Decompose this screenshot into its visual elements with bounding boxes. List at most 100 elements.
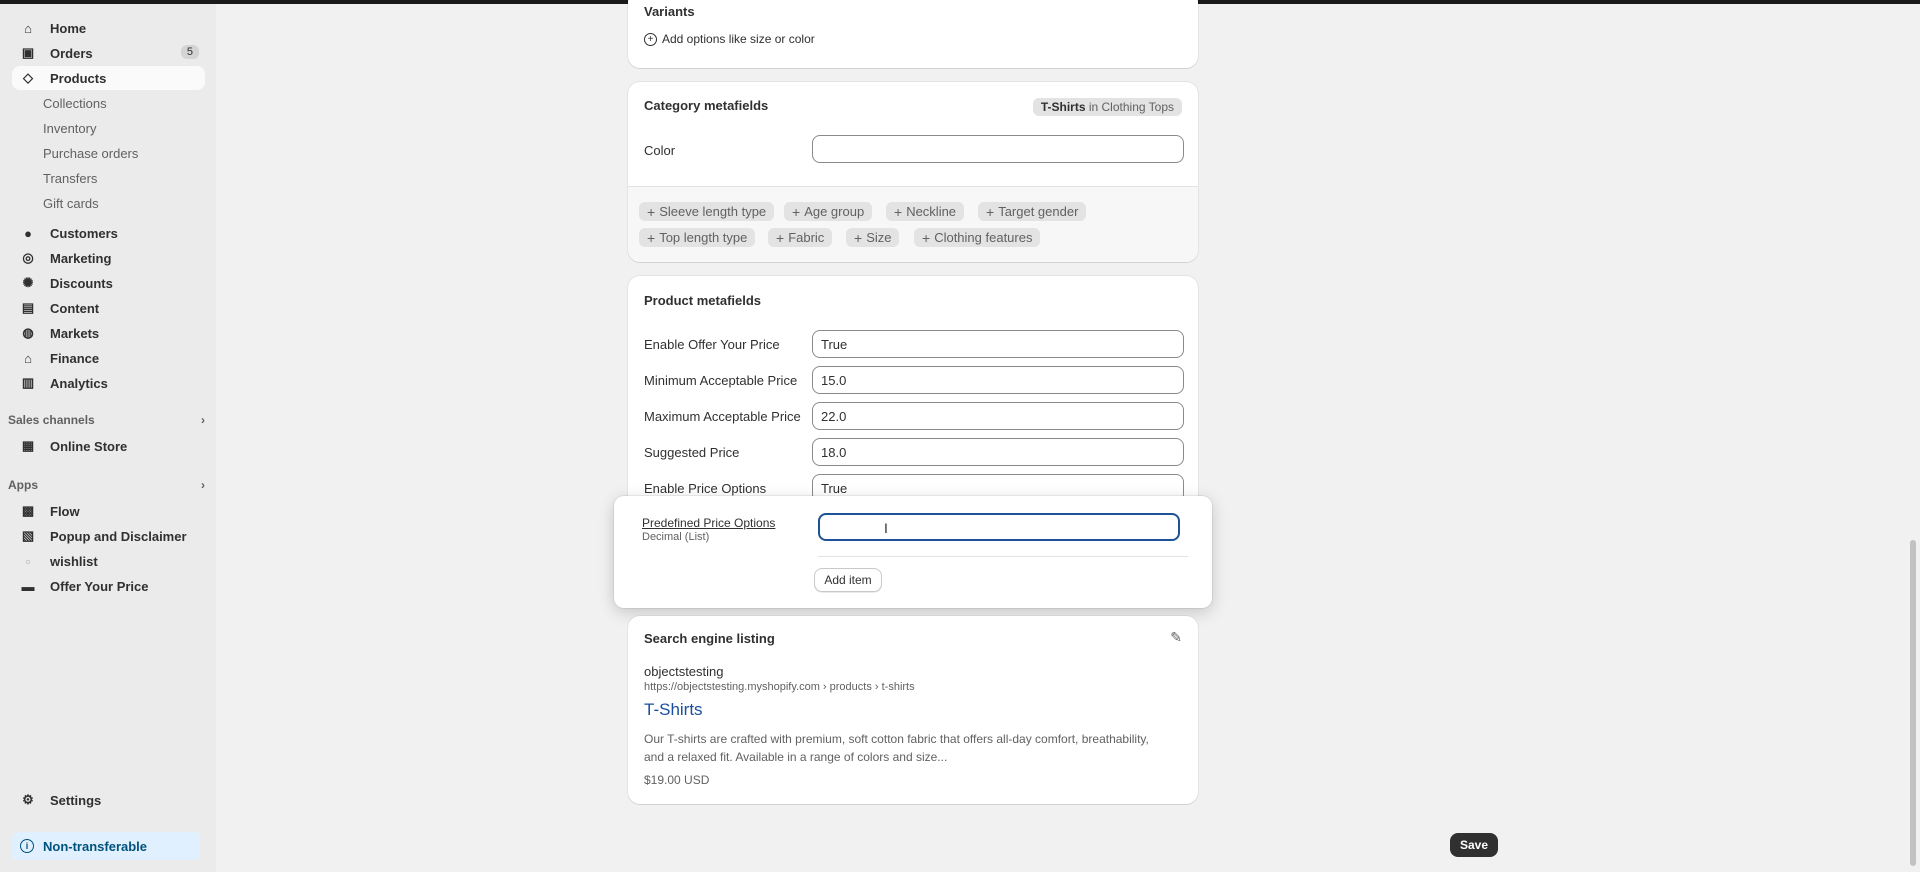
sidebar-item-label: Products [50, 70, 107, 86]
sidebar-item-wishlist[interactable]: ▫ wishlist [12, 549, 205, 573]
sidebar-item-online-store[interactable]: ▦ Online Store [12, 434, 205, 458]
enable-offer-your-price-field[interactable]: True [812, 330, 1184, 358]
sidebar-item-label: Orders [50, 45, 93, 61]
predefined-price-options-popover: Predefined Price Options Decimal (List) … [614, 496, 1212, 608]
minimum-acceptable-price-label: Minimum Acceptable Price [644, 373, 798, 388]
popup-app-icon: ▧ [21, 528, 35, 543]
wishlist-app-icon: ▫ [25, 553, 31, 569]
plus-icon: + [986, 203, 995, 220]
seo-store-name: objectstesting [644, 664, 724, 679]
scrollbar[interactable] [1910, 540, 1916, 866]
add-fabric[interactable]: + Fabric [768, 228, 833, 247]
add-neckline[interactable]: + Neckline [886, 202, 965, 221]
sidebar-item-finance[interactable]: ⌂ Finance [12, 346, 205, 370]
sidebar-item-analytics[interactable]: ▥ Analytics [12, 371, 205, 395]
home-icon: ⌂ [24, 20, 32, 36]
product-metafields-title: Product metafields [644, 293, 762, 308]
add-target-gender[interactable]: + Target gender [978, 202, 1087, 221]
minimum-acceptable-price-field[interactable]: 15.0 [812, 366, 1184, 394]
sidebar-item-discounts[interactable]: ✺ Discounts [12, 271, 205, 295]
enable-offer-your-price-label: Enable Offer Your Price [644, 337, 780, 352]
sidebar-item-customers[interactable]: ● Customers [12, 221, 205, 245]
sidebar-item-orders[interactable]: ▣ Orders 5 [12, 41, 205, 65]
sidebar-item-products[interactable]: ◇ Products [12, 66, 205, 90]
plus-circle-icon: + [644, 32, 657, 46]
sales-channels-header[interactable]: Sales channels › [8, 410, 205, 430]
color-field[interactable] [812, 135, 1184, 163]
chevron-right-icon: › [201, 413, 205, 427]
globe-icon: ◍ [22, 325, 34, 340]
add-top-length-type[interactable]: + Top length type [639, 228, 756, 247]
chevron-right-icon: › [201, 478, 205, 492]
sidebar-item-inventory[interactable]: Inventory [12, 116, 205, 140]
store-icon: ▦ [21, 438, 35, 453]
info-icon: i [20, 839, 34, 853]
divider [818, 556, 1188, 557]
flow-app-icon: ▩ [21, 503, 35, 518]
orders-count-badge: 5 [180, 45, 199, 59]
content-icon: ▤ [21, 300, 35, 315]
sidebar-item-flow[interactable]: ▩ Flow [12, 499, 205, 523]
variants-title: Variants [644, 4, 695, 19]
sidebar-item-collections[interactable]: Collections [12, 91, 205, 115]
plus-icon: + [647, 229, 656, 246]
add-clothing-features[interactable]: + Clothing features [914, 228, 1041, 247]
sidebar-item-gift-cards[interactable]: Gift cards [12, 191, 205, 215]
category-suggestions-area [628, 186, 1198, 262]
sidebar-item-offer-your-price[interactable]: ▬ Offer Your Price [12, 574, 205, 598]
sidebar-item-marketing[interactable]: ◎ Marketing [12, 246, 205, 270]
maximum-acceptable-price-label: Maximum Acceptable Price [644, 409, 801, 424]
plus-icon: + [854, 229, 863, 246]
plus-icon: + [922, 229, 931, 246]
pencil-icon[interactable]: ✎ [1170, 629, 1182, 646]
category-metafields-card: Category metafields T-Shirts in Clothing… [628, 82, 1198, 262]
seo-price: $19.00 USD [644, 773, 710, 787]
tag-icon: ◇ [23, 70, 33, 85]
sidebar-item-content[interactable]: ▤ Content [12, 296, 205, 320]
seo-page-title[interactable]: T-Shirts [644, 700, 703, 720]
plus-icon: + [792, 203, 801, 220]
add-sleeve-length-type[interactable]: + Sleeve length type [639, 202, 775, 221]
add-size[interactable]: + Size [846, 228, 900, 247]
seo-url: https://objectstesting.myshopify.com › p… [644, 681, 915, 693]
add-options-link[interactable]: + Add options like size or color [644, 32, 815, 46]
add-age-group[interactable]: + Age group [784, 202, 873, 221]
sidebar-item-purchase-orders[interactable]: Purchase orders [12, 141, 205, 165]
plus-icon: + [647, 203, 656, 220]
maximum-acceptable-price-field[interactable]: 22.0 [812, 402, 1184, 430]
predefined-price-options-label[interactable]: Predefined Price Options [642, 516, 775, 530]
add-item-button[interactable]: Add item [814, 568, 882, 592]
gear-icon: ⚙ [22, 792, 34, 807]
sidebar-item-home[interactable]: ⌂ Home [12, 16, 205, 40]
predefined-price-options-type: Decimal (List) [642, 531, 710, 543]
sidebar-item-settings[interactable]: ⚙ Settings [12, 788, 205, 812]
plus-icon: + [894, 203, 903, 220]
search-engine-listing-title: Search engine listing [644, 631, 775, 646]
product-metafields-card: Product metafields Enable Offer Your Pri… [628, 276, 1198, 512]
search-engine-listing-card: Search engine listing ✎ objectstesting h… [628, 616, 1198, 804]
price-option-input[interactable]: I [818, 513, 1180, 541]
discount-icon: ✺ [22, 275, 34, 290]
sidebar-item-popup-disclaimer[interactable]: ▧ Popup and Disclaimer [12, 524, 205, 548]
category-metafields-title: Category metafields [644, 98, 769, 113]
chart-icon: ▥ [21, 375, 35, 390]
seo-description: Our T-shirts are crafted with premium, s… [644, 732, 1149, 764]
text-cursor-icon: I [884, 520, 888, 536]
bank-icon: ⌂ [24, 350, 32, 366]
color-label: Color [644, 143, 676, 158]
target-icon: ◎ [22, 250, 34, 265]
sidebar-item-transfers[interactable]: Transfers [12, 166, 205, 190]
sidebar: ⌂ Home ▣ Orders 5 ◇ Products Collections… [0, 4, 216, 872]
variants-card: Variants + Add options like size or colo… [628, 0, 1198, 68]
suggested-price-label: Suggested Price [644, 445, 740, 460]
sidebar-item-label: Home [50, 20, 87, 36]
plus-icon: + [776, 229, 785, 246]
category-tag[interactable]: T-Shirts in Clothing Tops [1032, 98, 1182, 116]
offer-app-icon: ▬ [21, 578, 35, 594]
suggested-price-field[interactable]: 18.0 [812, 438, 1184, 466]
sidebar-item-markets[interactable]: ◍ Markets [12, 321, 205, 345]
save-button[interactable]: Save [1450, 833, 1498, 857]
apps-header[interactable]: Apps › [8, 475, 205, 495]
non-transferable-banner[interactable]: i Non-transferable [12, 832, 200, 860]
inbox-icon: ▣ [21, 45, 35, 60]
